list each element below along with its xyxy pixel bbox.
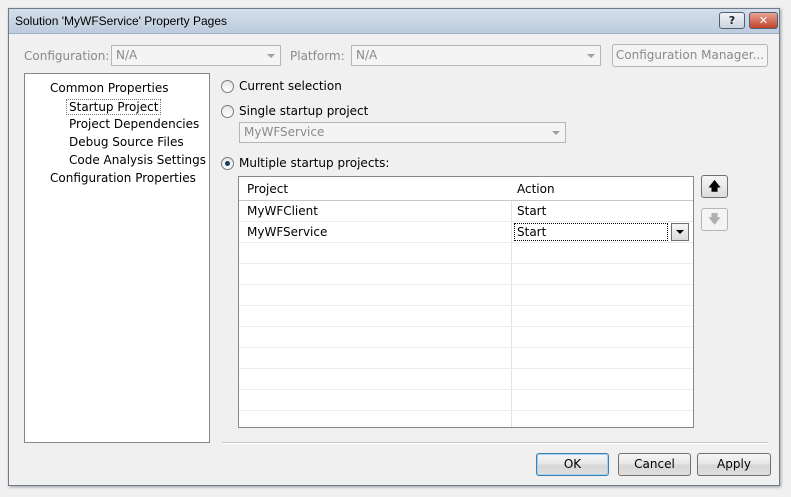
table-row[interactable]: MyWFClient Start bbox=[239, 201, 693, 222]
configuration-value: N/A bbox=[116, 48, 138, 62]
empty-row bbox=[239, 243, 693, 264]
grid-header: Project Action bbox=[239, 177, 693, 201]
current-selection-label: Current selection bbox=[239, 79, 342, 93]
configuration-manager-button: Configuration Manager... bbox=[612, 44, 768, 67]
single-startup-label: Single startup project bbox=[239, 104, 369, 118]
cancel-button[interactable]: Cancel bbox=[618, 453, 691, 476]
action-select[interactable]: Start bbox=[514, 223, 668, 241]
current-selection-radio[interactable] bbox=[221, 79, 234, 93]
empty-row bbox=[239, 348, 693, 369]
title-bar[interactable]: Solution 'MyWFService' Property Pages ? … bbox=[9, 9, 779, 34]
chevron-down-icon bbox=[552, 131, 560, 135]
empty-row bbox=[239, 306, 693, 327]
project-cell: MyWFService bbox=[247, 225, 328, 239]
platform-select: N/A bbox=[351, 45, 601, 66]
startup-projects-grid[interactable]: Project Action MyWFClient Start MyWFServ… bbox=[238, 176, 694, 428]
tree-item-project-dependencies[interactable]: Project Dependencies bbox=[69, 117, 199, 131]
empty-row bbox=[239, 411, 693, 427]
help-button[interactable]: ? bbox=[719, 12, 745, 29]
single-startup-select: MyWFService bbox=[239, 122, 566, 143]
help-icon: ? bbox=[728, 14, 736, 27]
apply-button[interactable]: Apply bbox=[697, 453, 771, 476]
tree-item-configuration-properties[interactable]: Configuration Properties bbox=[50, 171, 196, 185]
project-cell: MyWFClient bbox=[247, 204, 318, 218]
single-startup-option[interactable]: Single startup project bbox=[221, 104, 368, 118]
window-title: Solution 'MyWFService' Property Pages bbox=[15, 14, 227, 28]
multiple-startup-option[interactable]: Multiple startup projects: bbox=[221, 156, 389, 170]
property-tree[interactable]: Common Properties Startup Project Projec… bbox=[24, 73, 210, 443]
column-header-action[interactable]: Action bbox=[517, 182, 555, 196]
arrow-up-icon: 🡅 bbox=[708, 179, 721, 193]
property-pages-dialog: Solution 'MyWFService' Property Pages ? … bbox=[8, 8, 780, 486]
single-startup-radio[interactable] bbox=[221, 104, 234, 118]
current-selection-option[interactable]: Current selection bbox=[221, 79, 342, 93]
action-dropdown-button[interactable] bbox=[671, 223, 689, 241]
platform-label: Platform: bbox=[290, 49, 345, 63]
empty-row bbox=[239, 327, 693, 348]
move-up-button[interactable]: 🡅 bbox=[701, 175, 728, 198]
chevron-down-icon bbox=[587, 54, 595, 58]
column-header-project[interactable]: Project bbox=[247, 182, 288, 196]
arrow-down-icon: 🡇 bbox=[708, 212, 721, 226]
tree-item-code-analysis-settings[interactable]: Code Analysis Settings bbox=[69, 153, 206, 167]
close-button[interactable]: ✕ bbox=[749, 12, 778, 29]
tree-item-common-properties[interactable]: Common Properties bbox=[50, 81, 169, 95]
configuration-label: Configuration: bbox=[24, 49, 110, 63]
chevron-down-icon bbox=[267, 54, 275, 58]
action-select-value: Start bbox=[517, 225, 547, 239]
tree-item-debug-source-files[interactable]: Debug Source Files bbox=[69, 135, 184, 149]
empty-row bbox=[239, 390, 693, 411]
ok-button[interactable]: OK bbox=[536, 453, 609, 476]
multiple-startup-label: Multiple startup projects: bbox=[239, 156, 390, 170]
footer-separator bbox=[222, 442, 768, 444]
single-startup-value: MyWFService bbox=[244, 125, 325, 139]
tree-item-startup-project[interactable]: Startup Project bbox=[66, 99, 162, 115]
empty-row bbox=[239, 264, 693, 285]
table-row[interactable]: MyWFService Start bbox=[239, 222, 693, 243]
empty-row bbox=[239, 285, 693, 306]
platform-value: N/A bbox=[356, 48, 378, 62]
empty-row bbox=[239, 369, 693, 390]
action-cell[interactable]: Start bbox=[517, 204, 546, 218]
move-down-button: 🡇 bbox=[701, 208, 728, 231]
multiple-startup-radio[interactable] bbox=[221, 156, 234, 170]
close-icon: ✕ bbox=[758, 14, 769, 27]
configuration-select: N/A bbox=[111, 45, 281, 66]
